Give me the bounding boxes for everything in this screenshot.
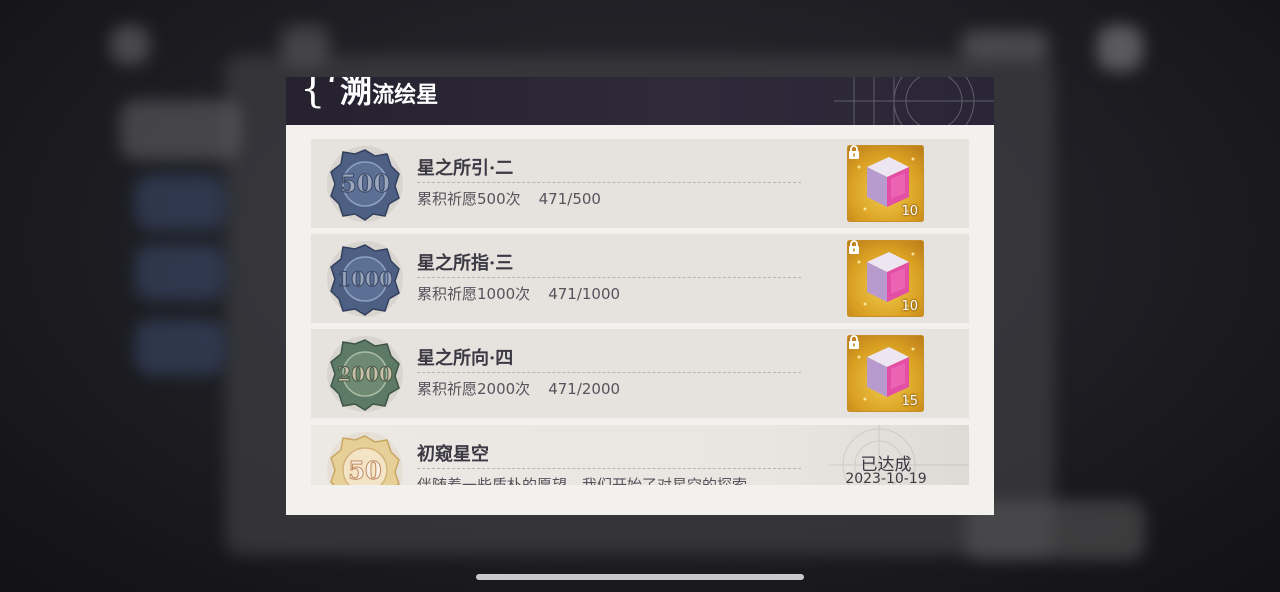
progress-text: 471/1000 <box>548 285 621 303</box>
divider <box>417 277 801 278</box>
medal-1000-icon: 1000 <box>327 241 403 317</box>
title-brace: {‘ <box>300 77 339 112</box>
home-indicator[interactable] <box>476 574 804 580</box>
achievement-row[interactable]: 500 星之所引·二 累积祈愿500次 471/500 10 <box>311 139 969 228</box>
medal-number: 1000 <box>337 267 393 291</box>
lock-icon <box>849 240 859 254</box>
bg-tab <box>135 320 225 375</box>
header-ornament-icon <box>834 77 994 125</box>
medal-2000-icon: 2000 <box>327 336 403 412</box>
bg-icon <box>110 25 150 65</box>
reward-count: 15 <box>901 394 918 409</box>
reward-item[interactable]: 10 <box>847 145 924 222</box>
requirement-text: 累积祈愿2000次 <box>417 380 531 398</box>
dialog-header: {‘ 溯 流绘星 <box>286 77 994 125</box>
medal-50-icon: 50 <box>327 432 403 485</box>
reward-item[interactable]: 15 <box>847 335 924 412</box>
achievement-title: 星之所引·二 <box>417 158 514 179</box>
bg-icon <box>280 25 330 65</box>
lock-icon <box>849 335 859 349</box>
divider <box>417 468 801 469</box>
requirement-text: 伴随着一些质朴的愿望，我们开始了对星空的探索 <box>417 476 748 485</box>
achievement-description: 累积祈愿1000次 471/1000 <box>417 283 620 304</box>
achievement-row[interactable]: 1000 星之所指·三 累积祈愿1000次 471/1000 10 <box>311 234 969 323</box>
bg-icon <box>960 30 1050 60</box>
title-main-char: 溯 <box>340 77 373 110</box>
achievement-row[interactable]: 2000 星之所向·四 累积祈愿2000次 471/2000 15 <box>311 329 969 418</box>
reward-count: 10 <box>901 299 918 314</box>
reward-count: 10 <box>901 204 918 219</box>
divider <box>417 182 801 183</box>
bg-tab <box>120 100 240 160</box>
achievement-row[interactable]: 50 初窥星空 伴随着一些质朴的愿望，我们开始了对星空的探索 已达成 2023-… <box>311 425 969 485</box>
achievement-dialog: {‘ 溯 流绘星 500 星之所引·二 累积祈愿500次 471/500 10 … <box>286 77 994 515</box>
achieved-date: 2023-10-19 <box>845 471 927 485</box>
achievement-description: 累积祈愿2000次 471/2000 <box>417 378 620 399</box>
title-text: 流绘星 <box>372 82 439 108</box>
progress-text: 471/500 <box>538 190 601 208</box>
medal-number: 50 <box>348 456 381 485</box>
requirement-text: 累积祈愿1000次 <box>417 285 531 303</box>
lock-icon <box>849 145 859 159</box>
achievement-title: 星之所指·三 <box>417 253 514 274</box>
medal-number: 2000 <box>337 362 393 386</box>
progress-text: 471/2000 <box>548 380 621 398</box>
medal-number: 500 <box>340 169 390 198</box>
achievement-description: 累积祈愿500次 471/500 <box>417 188 601 209</box>
bg-tab <box>135 245 225 300</box>
requirement-text: 累积祈愿500次 <box>417 190 521 208</box>
medal-500-icon: 500 <box>327 146 403 222</box>
divider <box>417 372 801 373</box>
achievement-title: 星之所向·四 <box>417 348 514 369</box>
reward-item[interactable]: 10 <box>847 240 924 317</box>
achievement-title: 初窥星空 <box>417 444 489 465</box>
bg-avatar <box>1097 25 1143 71</box>
dialog-title: {‘ 溯 流绘星 <box>300 77 438 113</box>
bg-tab <box>135 175 225 230</box>
achievement-description: 伴随着一些质朴的愿望，我们开始了对星空的探索 <box>417 474 747 485</box>
achievement-list[interactable]: 500 星之所引·二 累积祈愿500次 471/500 10 1000 星之所指… <box>311 139 969 485</box>
